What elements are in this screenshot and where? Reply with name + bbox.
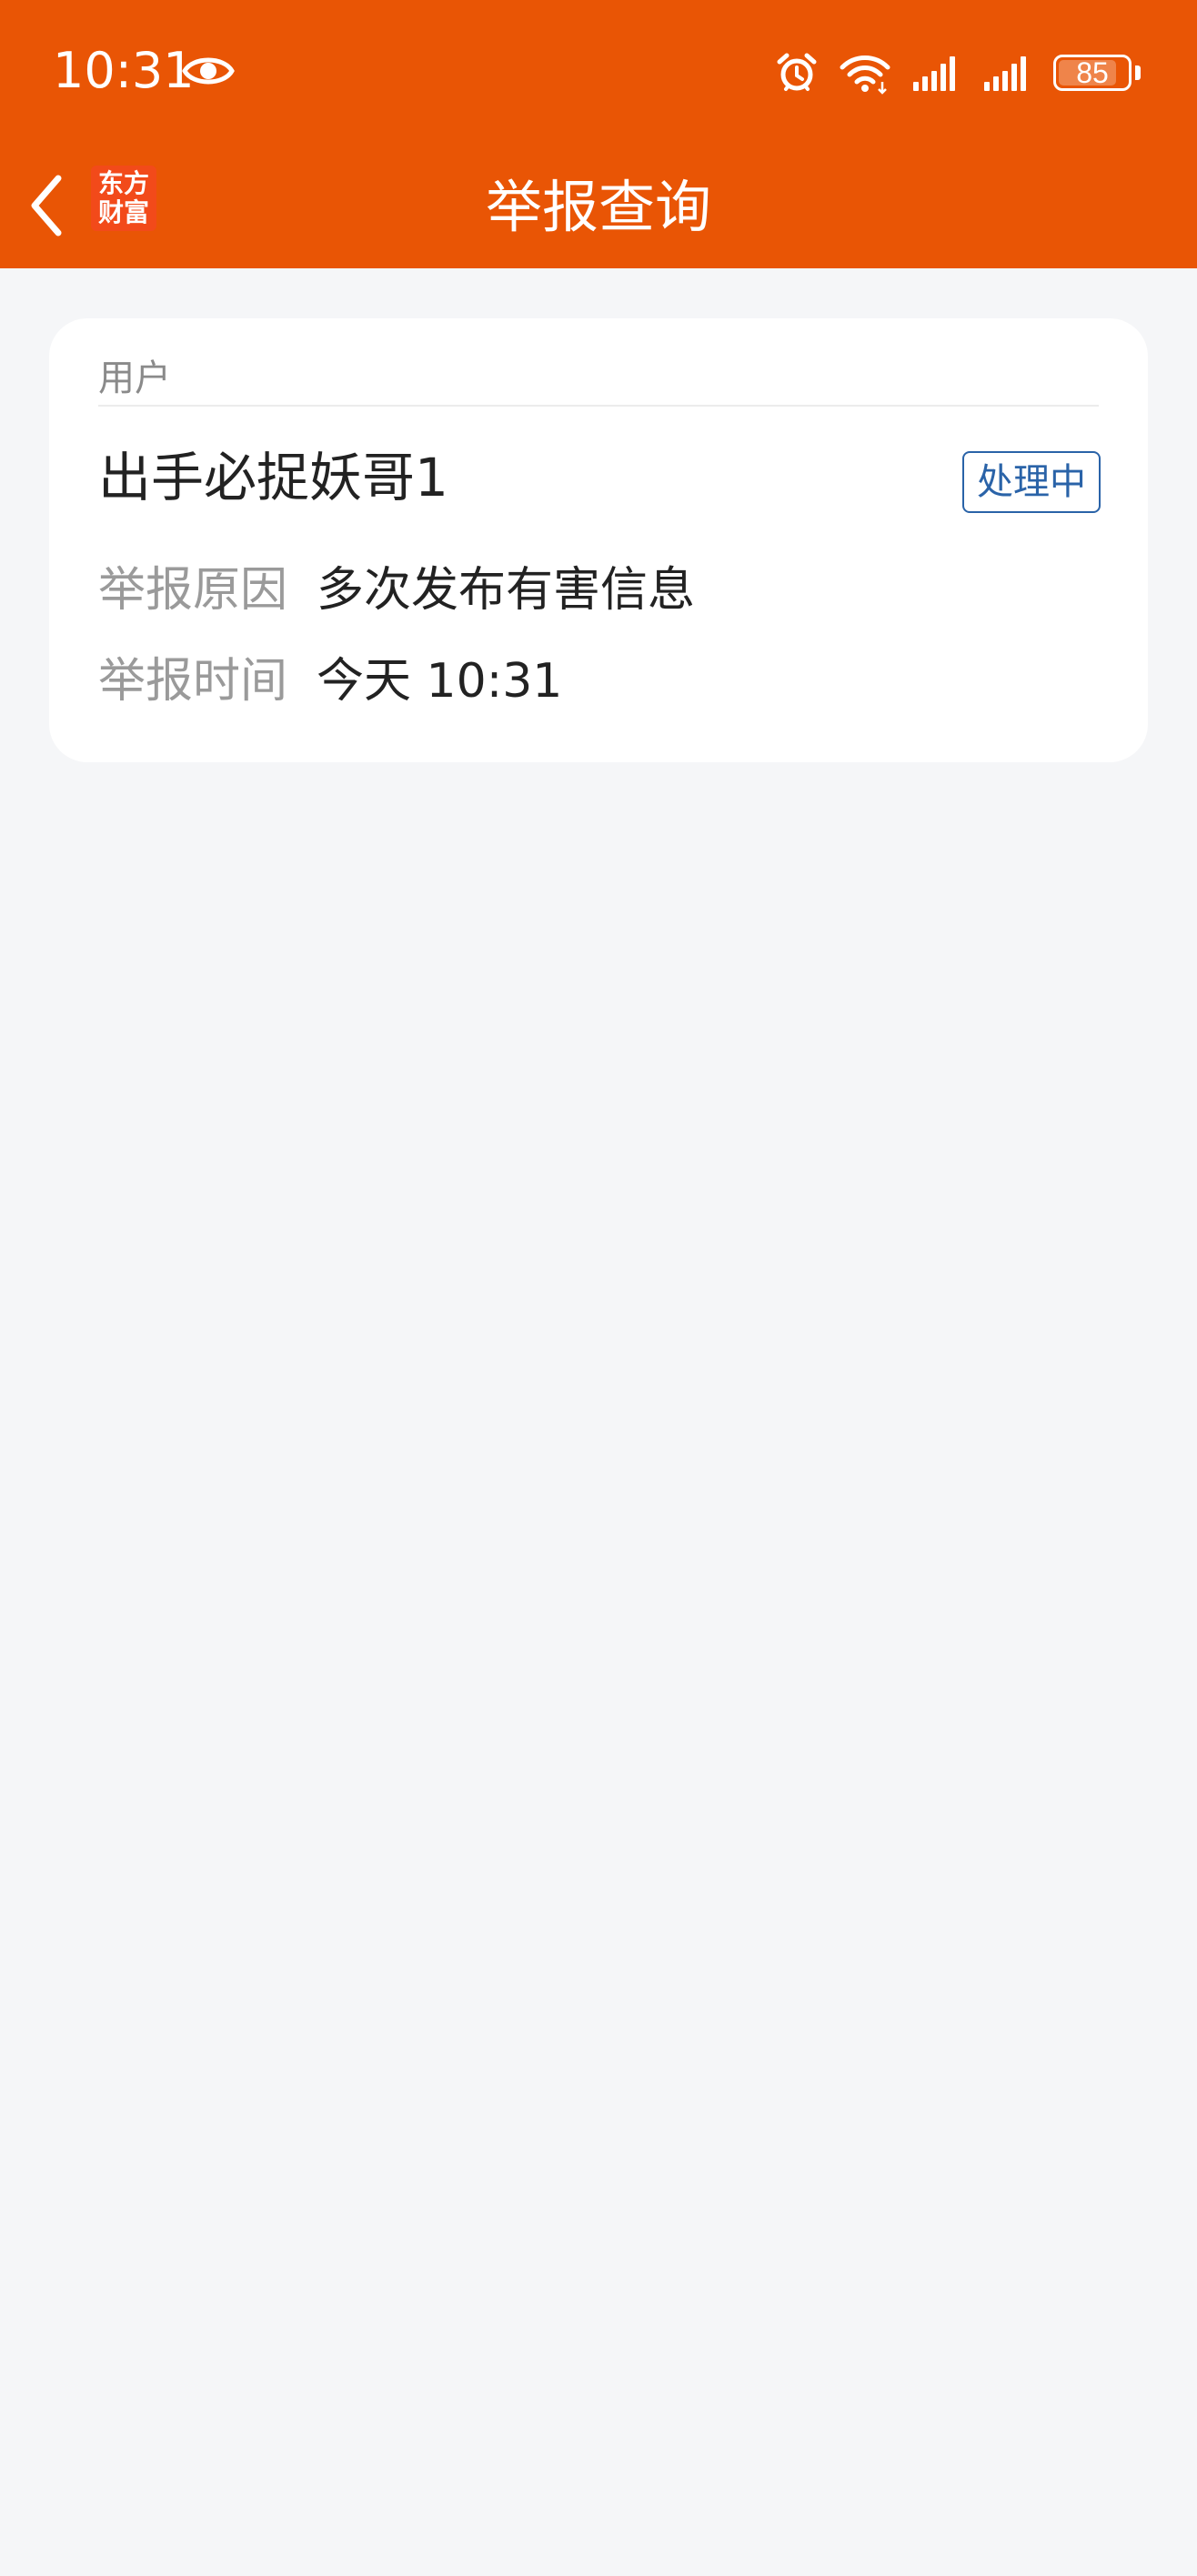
battery-cap: [1135, 65, 1141, 80]
status-time: 10:31: [53, 42, 195, 99]
eye-icon: [182, 57, 235, 85]
divider: [98, 405, 1099, 407]
wifi-icon: [840, 55, 890, 95]
alarm-icon: [777, 53, 817, 91]
page-title: 举报查询: [485, 174, 711, 240]
signal-icon: [984, 56, 1026, 91]
report-time-label: 举报时间: [98, 654, 288, 709]
report-time-value: 今天 10:31: [317, 654, 563, 709]
report-reason-row: 举报原因 多次发布有害信息: [98, 560, 695, 620]
status-badge: 处理中: [962, 451, 1101, 513]
battery-icon: 85: [1053, 55, 1132, 91]
battery-level: 85: [1076, 56, 1109, 89]
nav-bar: 东方 财富 举报查询: [0, 146, 1197, 268]
signal-icon: [913, 56, 955, 91]
status-icons: 85: [775, 47, 1141, 98]
status-bar: 10:31 85: [0, 0, 1197, 146]
reported-user-name: 出手必捉妖哥1: [98, 447, 448, 508]
report-reason-label: 举报原因: [98, 563, 288, 618]
report-reason-value: 多次发布有害信息: [317, 563, 696, 618]
header: 10:31 85 东方 财富 举报查询: [0, 0, 1197, 268]
report-card[interactable]: 用户 出手必捉妖哥1 处理中 举报原因 多次发布有害信息 举报时间 今天 10:…: [49, 318, 1148, 762]
report-category: 用户: [98, 357, 171, 399]
report-time-row: 举报时间 今天 10:31: [98, 651, 562, 711]
